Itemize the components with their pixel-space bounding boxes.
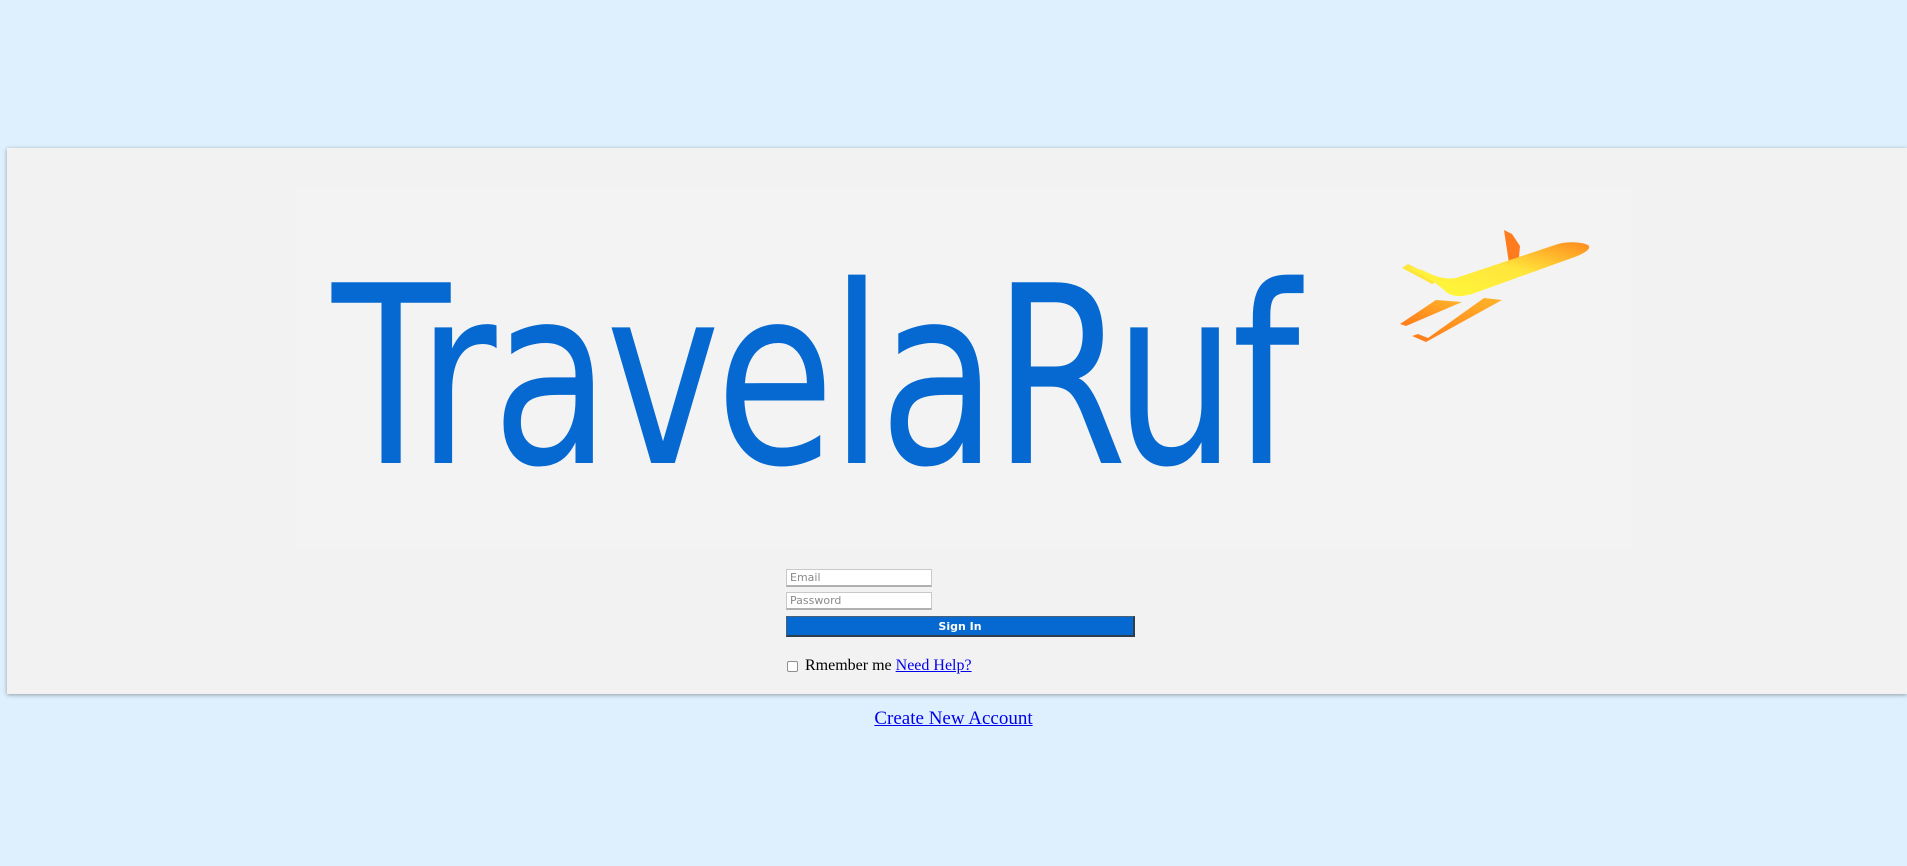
- remember-me-label: Rmember me: [805, 657, 892, 674]
- email-field[interactable]: [786, 569, 932, 587]
- logo-text: TravelaRuf: [332, 234, 1300, 522]
- create-account-link[interactable]: Create New Account: [874, 708, 1032, 729]
- logo: TravelaRuf: [297, 188, 1632, 548]
- airplane-icon: [1400, 230, 1590, 342]
- create-account-row: Create New Account: [0, 708, 1907, 730]
- login-card: TravelaRuf Email Sign In Rmember me Need…: [7, 148, 1907, 694]
- password-field[interactable]: [786, 592, 932, 610]
- need-help-link[interactable]: Need Help?: [896, 657, 972, 675]
- sign-in-button[interactable]: Sign In: [786, 616, 1135, 637]
- remember-row: Rmember me Need Help?: [786, 656, 1146, 676]
- remember-me-checkbox[interactable]: [787, 660, 798, 672]
- login-form: Sign In Rmember me Need Help?: [786, 569, 1146, 676]
